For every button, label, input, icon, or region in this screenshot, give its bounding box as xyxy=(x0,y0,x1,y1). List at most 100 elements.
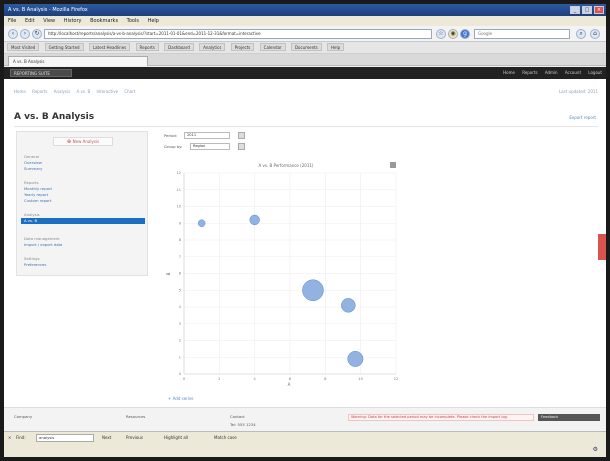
menu-help[interactable]: Help xyxy=(148,18,159,24)
bookmark-item[interactable]: Getting Started xyxy=(44,43,84,51)
chart-point-2[interactable] xyxy=(249,214,260,226)
bookmark-item[interactable]: Analytics xyxy=(199,43,226,51)
sidebar-item-overview[interactable]: Overview xyxy=(24,160,42,165)
sidebar-item-yearly[interactable]: Yearly report xyxy=(24,192,48,197)
breadcrumb-item[interactable]: Interactive xyxy=(97,89,119,94)
chart-point-3[interactable] xyxy=(302,279,324,301)
feedback-tab[interactable] xyxy=(598,234,606,260)
menu-bar: File Edit View History Bookmarks Tools H… xyxy=(4,16,606,26)
chart-point-4[interactable] xyxy=(341,298,356,313)
sidebar-item-custom[interactable]: Custom report xyxy=(24,198,51,203)
sidebar-section-title: General xyxy=(24,154,39,159)
tab-strip: A vs. B Analysis xyxy=(4,54,606,66)
bubble-chart: A vs. B Performance (2011) 0 2 4 6 8 10 12 012… xyxy=(164,159,409,399)
y-tick-label: 1 xyxy=(179,355,181,359)
search-icon[interactable]: ⌕ xyxy=(576,29,586,39)
chart-background xyxy=(164,159,409,399)
tab-active[interactable]: A vs. B Analysis xyxy=(8,56,148,66)
home-icon[interactable]: ⌂ xyxy=(590,29,600,39)
y-tick-label: 5 xyxy=(179,288,181,292)
reload-icon[interactable]: ↻ xyxy=(32,29,42,39)
breadcrumb-item[interactable]: Reports xyxy=(32,89,47,94)
chart-point-1[interactable] xyxy=(197,219,206,227)
y-tick-label: 11 xyxy=(177,188,181,192)
top-link-logout[interactable]: Logout xyxy=(588,70,602,75)
bookmark-item[interactable]: Dashboard xyxy=(164,43,194,51)
top-link-reports[interactable]: Reports xyxy=(522,70,537,75)
breadcrumb-item[interactable]: Analysis xyxy=(54,89,70,94)
bookmark-item[interactable]: Reports xyxy=(135,43,159,51)
x-tick-label: 12 xyxy=(394,377,398,381)
feed-icon[interactable]: ◉ xyxy=(448,29,458,39)
sidebar-section-title: Reports xyxy=(24,180,39,185)
url-bar[interactable]: http://localhost/reports/analysis/a-vs-b… xyxy=(44,29,432,39)
new-analysis-button[interactable]: ⊕ New Analysis xyxy=(53,137,113,146)
browser-window: A vs. B Analysis - Mozilla Firefox _ □ ×… xyxy=(4,4,606,457)
top-link-admin[interactable]: Admin xyxy=(545,70,558,75)
menu-tools[interactable]: Tools xyxy=(127,18,139,24)
find-bar: × Find: analysis Next Previous Highlight… xyxy=(4,431,606,443)
y-tick-label: 10 xyxy=(177,205,181,209)
bookmarks-toolbar: Most Visited Getting Started Latest Head… xyxy=(4,42,606,54)
forward-icon[interactable]: › xyxy=(20,29,30,39)
sidebar-item-summary[interactable]: Summary xyxy=(24,166,42,171)
addon-icon[interactable]: ⚙ xyxy=(593,446,598,453)
window-title: A vs. B Analysis - Mozilla Firefox xyxy=(8,7,88,13)
minimize-icon[interactable]: _ xyxy=(570,6,580,14)
x-tick-label: 6 xyxy=(289,377,291,381)
bookmark-item[interactable]: Projects xyxy=(230,43,255,51)
search-engine-icon[interactable]: g xyxy=(460,29,470,39)
maximize-icon[interactable]: □ xyxy=(582,6,592,14)
group-apply-icon[interactable] xyxy=(238,143,245,150)
sidebar-item-a-vs-b[interactable]: A vs. B xyxy=(21,218,145,224)
footer: Company Resources Contact Tel: 555 1234 … xyxy=(4,407,606,431)
window-titlebar: A vs. B Analysis - Mozilla Firefox _ □ × xyxy=(4,4,606,16)
bookmark-item[interactable]: Calendar xyxy=(259,43,286,51)
divider xyxy=(14,126,598,127)
chart-menu-icon[interactable] xyxy=(390,162,396,168)
chart-title: A vs. B Performance (2011) xyxy=(259,163,314,168)
top-link-account[interactable]: Account xyxy=(565,70,581,75)
bookmark-item[interactable]: Most Visited xyxy=(7,43,40,51)
y-tick-label: 6 xyxy=(179,272,181,276)
app-top-links: Home Reports Admin Account Logout xyxy=(497,67,602,79)
y-tick-label: 12 xyxy=(177,171,181,175)
close-icon[interactable]: × xyxy=(594,6,604,14)
sidebar-item-import-export[interactable]: Import / export data xyxy=(24,242,62,247)
sidebar-section-title: Data management xyxy=(24,236,60,241)
bookmark-item[interactable]: Documents xyxy=(290,43,322,51)
breadcrumb-item[interactable]: A vs. B xyxy=(76,89,90,94)
x-tick-label: 8 xyxy=(324,377,326,381)
sidebar-item-monthly[interactable]: Monthly report xyxy=(24,186,52,191)
menu-bookmarks[interactable]: Bookmarks xyxy=(90,18,118,24)
back-icon[interactable]: ‹ xyxy=(8,29,18,39)
app-brand[interactable]: REPORTING SUITE xyxy=(10,69,72,77)
footer-col-resources: Resources xyxy=(126,414,146,419)
group-select[interactable]: Region xyxy=(190,143,230,150)
menu-history[interactable]: History xyxy=(64,18,82,24)
top-link-home[interactable]: Home xyxy=(503,70,515,75)
y-tick-label: 0 xyxy=(179,372,181,376)
bookmark-item[interactable]: Help xyxy=(327,43,345,51)
period-select[interactable]: 2011 xyxy=(184,132,230,139)
menu-edit[interactable]: Edit xyxy=(25,18,35,24)
period-apply-icon[interactable] xyxy=(238,132,245,139)
breadcrumb-item: Chart xyxy=(124,89,136,94)
new-analysis-label: New Analysis xyxy=(72,139,100,144)
add-series-link[interactable]: + Add series xyxy=(168,396,193,401)
export-link[interactable]: Export report xyxy=(569,115,596,120)
page-content: Home Reports Analysis A vs. B Interactiv… xyxy=(4,79,606,407)
find-input[interactable]: analysis xyxy=(36,434,94,442)
breadcrumb-item[interactable]: Home xyxy=(14,89,26,94)
sidebar-item-preferences[interactable]: Preferences xyxy=(24,262,46,267)
chart-point-5[interactable] xyxy=(347,350,364,367)
menu-file[interactable]: File xyxy=(8,18,16,24)
search-input[interactable]: Google xyxy=(474,29,570,39)
footer-feedback[interactable]: Feedback xyxy=(538,414,600,421)
x-tick-label: 2 xyxy=(218,377,220,381)
menu-view[interactable]: View xyxy=(43,18,55,24)
app-navbar: REPORTING SUITE Home Reports Admin Accou… xyxy=(4,67,606,79)
bookmark-item[interactable]: Latest Headlines xyxy=(88,43,131,51)
status-bar: ⚙ xyxy=(4,443,606,457)
star-icon[interactable]: ☆ xyxy=(436,29,446,39)
